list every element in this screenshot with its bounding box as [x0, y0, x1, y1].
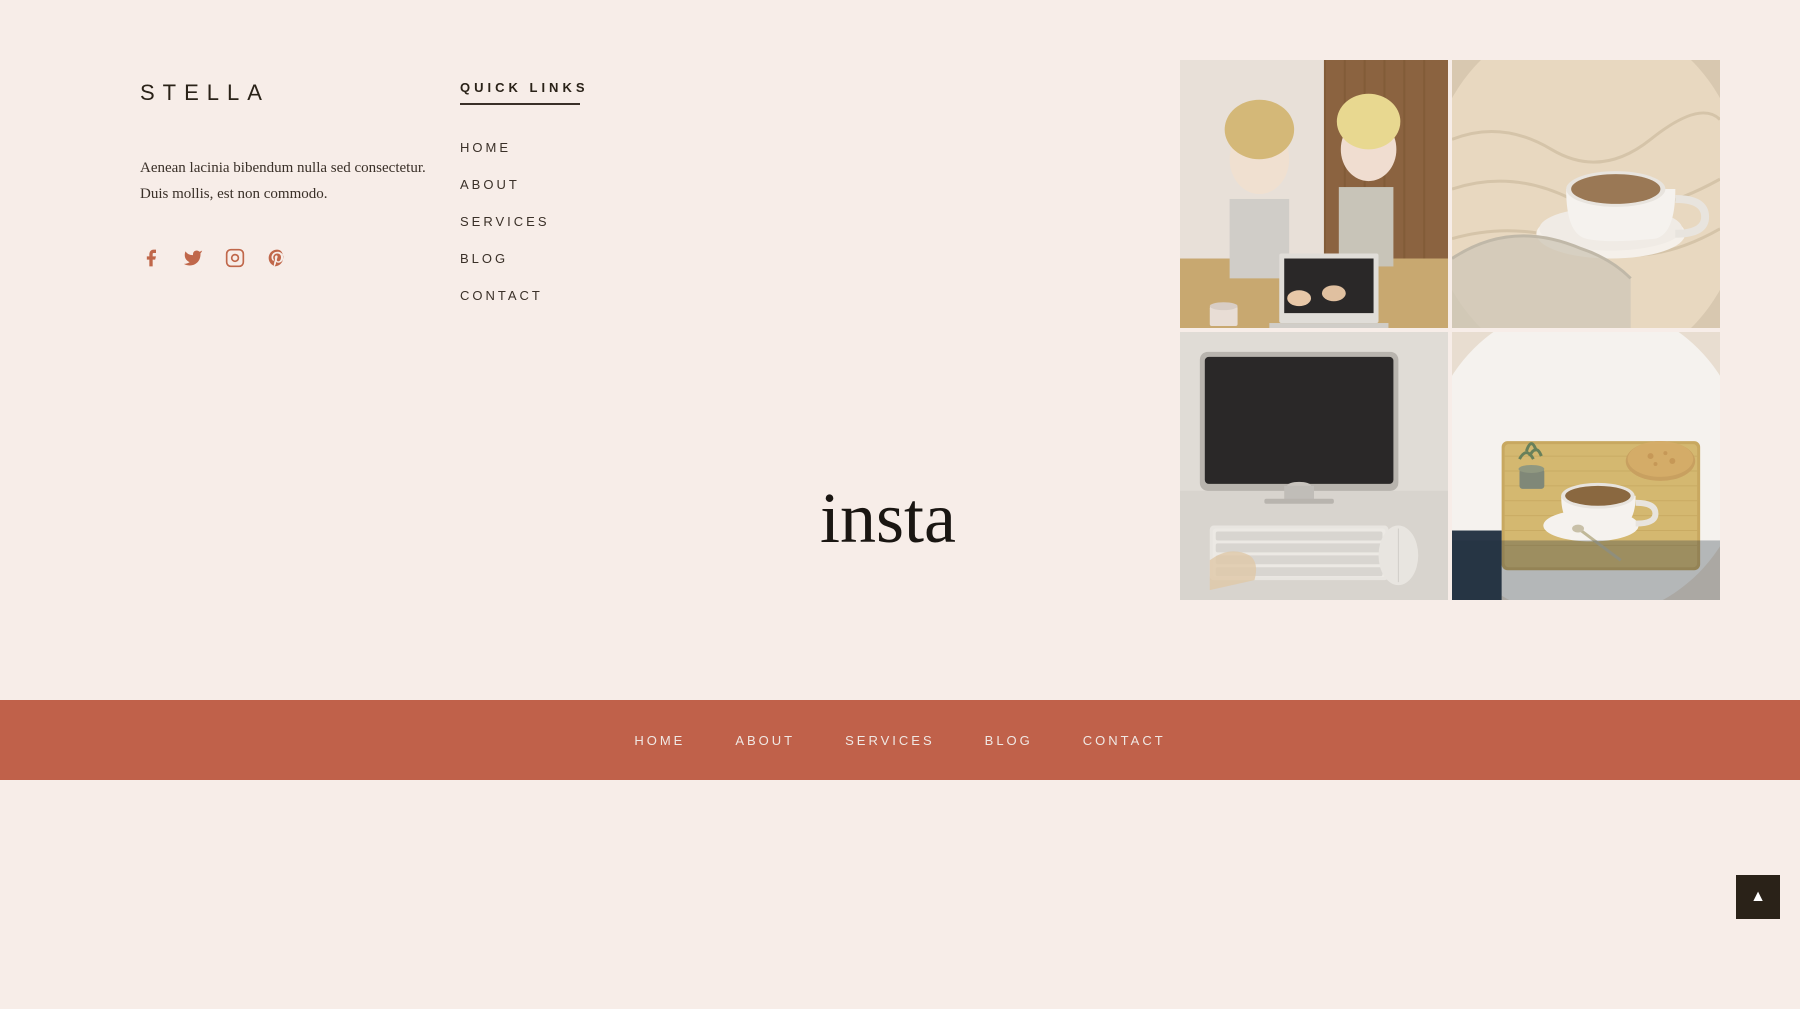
photo-keyboard[interactable]	[1180, 332, 1448, 600]
insta-label: insta	[820, 477, 956, 560]
brand-name: STELLA	[140, 80, 440, 106]
footer-link-about[interactable]: ABOUT	[735, 733, 795, 748]
photo-women-working[interactable]	[1180, 60, 1448, 328]
twitter-icon[interactable]	[182, 247, 204, 269]
quick-link-home[interactable]: HOME	[460, 140, 720, 155]
brand-description: Aenean lacinia bibendum nulla sed consec…	[140, 156, 440, 207]
quick-link-contact[interactable]: CONTACT	[460, 288, 720, 303]
facebook-icon[interactable]	[140, 247, 162, 269]
footer-link-services[interactable]: SERVICES	[845, 733, 935, 748]
quick-links-nav: HOME ABOUT SERVICES BLOG CONTACT	[460, 140, 720, 303]
footer-link-blog[interactable]: BLOG	[985, 733, 1033, 748]
photo-coffee-cup[interactable]	[1452, 60, 1720, 328]
quick-link-about[interactable]: ABOUT	[460, 177, 720, 192]
instagram-icon[interactable]	[224, 247, 246, 269]
main-content: STELLA Aenean lacinia bibendum nulla sed…	[0, 0, 1800, 700]
quick-link-services[interactable]: SERVICES	[460, 214, 720, 229]
footer-link-home[interactable]: HOME	[634, 733, 685, 748]
photo-grid	[1180, 60, 1720, 600]
links-column: QUICK LINKS HOME ABOUT SERVICES BLOG CON…	[440, 60, 720, 640]
footer: HOME ABOUT SERVICES BLOG CONTACT	[0, 700, 1800, 780]
quick-links-underline	[460, 103, 580, 105]
photo-coffee-tray[interactable]	[1452, 332, 1720, 600]
quick-links-title: QUICK LINKS	[460, 80, 720, 95]
footer-link-contact[interactable]: CONTACT	[1083, 733, 1166, 748]
scroll-to-top-button[interactable]: ▲	[1736, 875, 1780, 919]
pinterest-icon[interactable]	[266, 247, 288, 269]
quick-link-blog[interactable]: BLOG	[460, 251, 720, 266]
social-icons	[140, 247, 440, 269]
chevron-up-icon: ▲	[1750, 888, 1766, 906]
brand-column: STELLA Aenean lacinia bibendum nulla sed…	[140, 60, 440, 640]
insta-section: insta	[720, 60, 1720, 640]
